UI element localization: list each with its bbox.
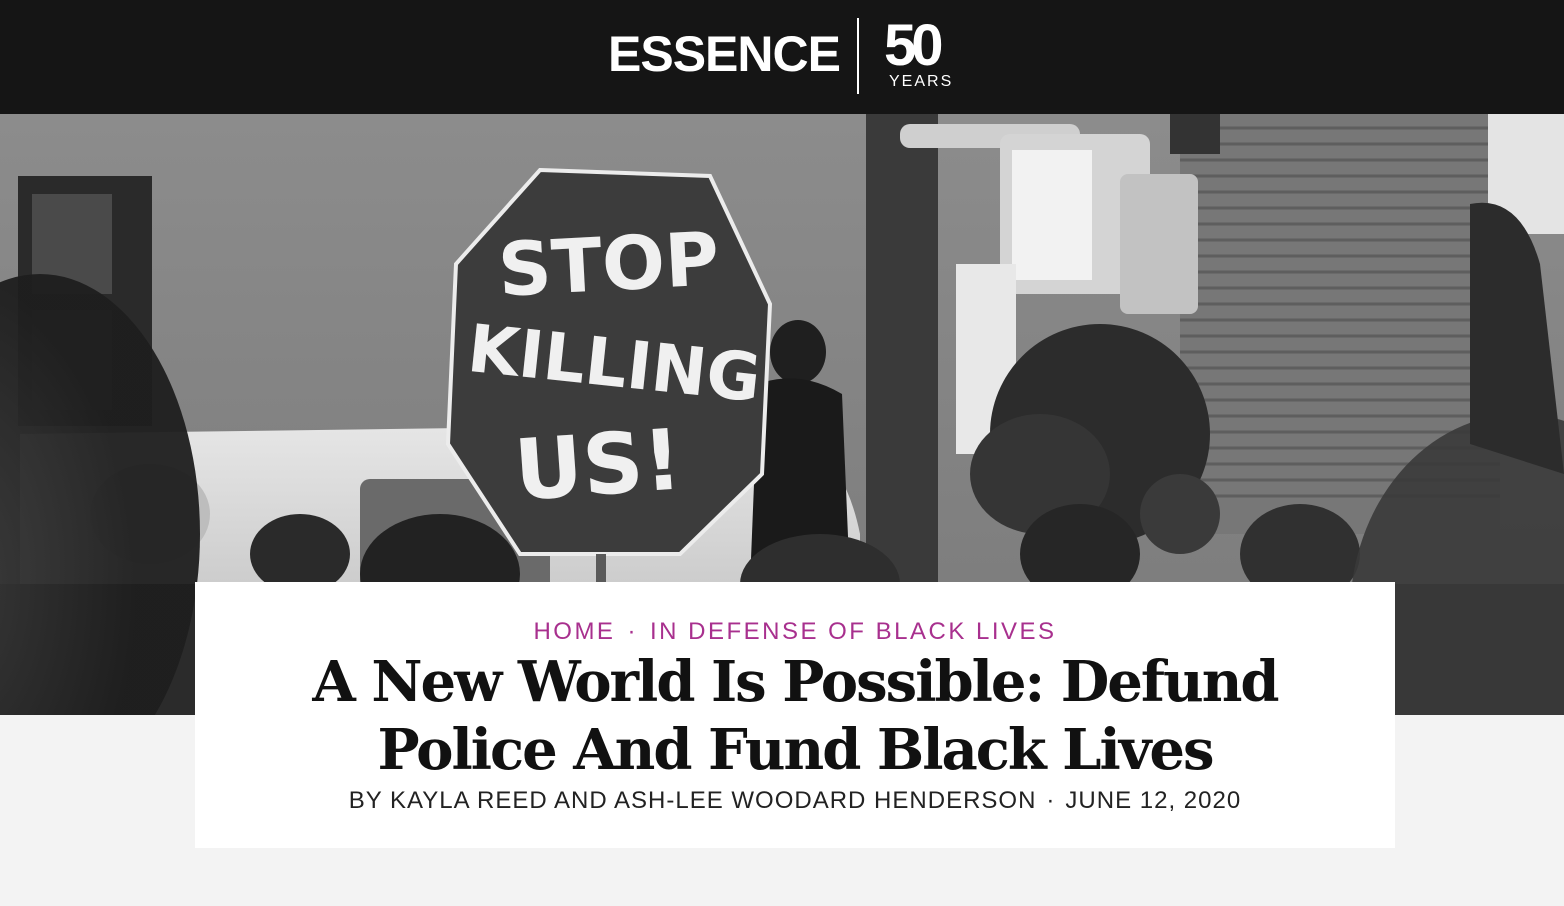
site-header: ESSENCE 50 YEARS [0,0,1564,114]
breadcrumb-separator: · [627,618,638,645]
logo-divider [857,18,859,94]
breadcrumb: HOME · IN DEFENSE OF BLACK LIVES [195,618,1395,646]
breadcrumb-home-link[interactable]: HOME [533,618,615,645]
protester-figure [770,320,826,384]
anniversary-word: YEARS [889,73,954,90]
article-title: A New World Is Possible: Defund Police A… [312,649,1279,783]
article-byline: BY KAYLA REED AND ASH-LEE WOODARD HENDER… [195,787,1395,815]
anniversary-number: 50 [884,13,943,78]
publish-date: JUNE 12, 2020 [1065,787,1242,814]
byline-separator: · [1046,787,1056,814]
breadcrumb-section-link[interactable]: IN DEFENSE OF BLACK LIVES [650,618,1057,645]
site-logo-link[interactable]: ESSENCE 50 YEARS [0,0,1564,114]
brand-wordmark: ESSENCE [608,26,841,82]
sign-text-line-1: STOP [496,216,721,313]
sign-text-line-3: US! [511,410,684,519]
author-names: BY KAYLA REED AND ASH-LEE WOODARD HENDER… [348,787,1037,814]
article-header-card: HOME · IN DEFENSE OF BLACK LIVES A New Wor… [195,582,1395,848]
